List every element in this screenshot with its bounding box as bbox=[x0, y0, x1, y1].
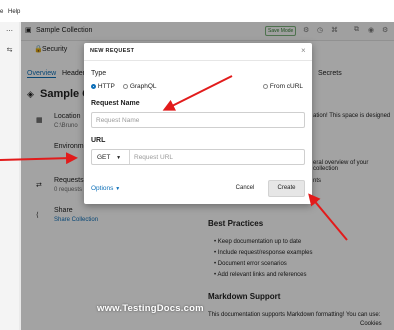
arrow-to-url bbox=[0, 152, 78, 165]
arrow-to-request-name bbox=[162, 75, 233, 111]
arrow-to-create bbox=[308, 193, 348, 241]
annotation-arrows bbox=[0, 75, 348, 241]
watermark: www.TestingDocs.com bbox=[97, 303, 204, 314]
